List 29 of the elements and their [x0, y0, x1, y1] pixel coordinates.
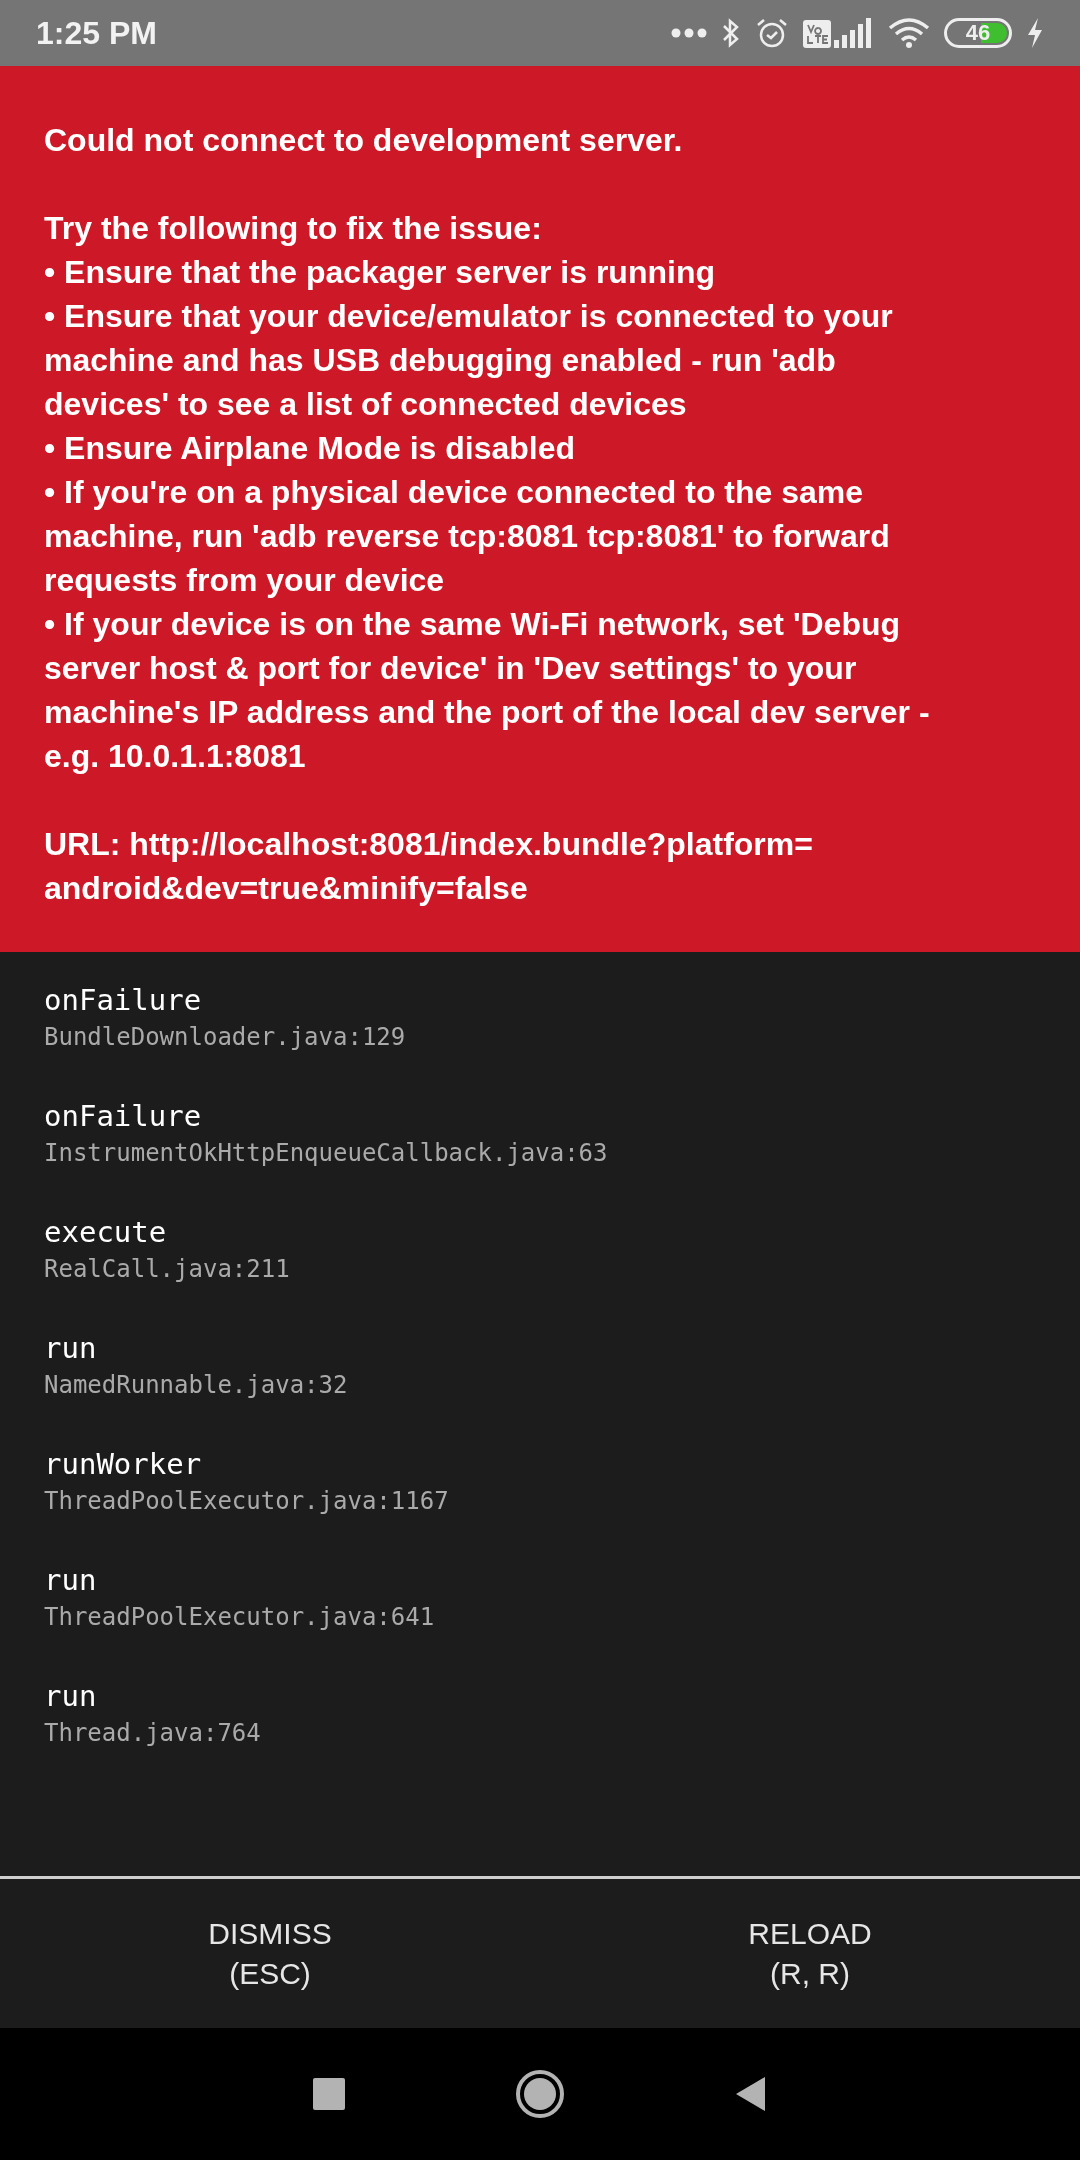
signal-icon — [834, 18, 874, 48]
alarm-icon — [755, 17, 789, 49]
footer-button[interactable]: RELOAD (R, R) — [540, 1879, 1080, 2028]
status-time: 1:25 PM — [36, 14, 157, 53]
stack-file: NamedRunnable.java:32 — [44, 1370, 349, 1401]
stack-method: run — [44, 1330, 98, 1367]
error-message: Try the following to fix the issue: • Ensure that the packager server is running • Ensure that your device/emulator is connected to your machine and has USB debugging enabled - run 'adb devices' to see a list of connected devices • Ensure Airplane Mode is disabled • If you're on a physical device connected to the same machine, run 'adb reverse tcp:8081 tcp:8081' to forward requests from your device • If your device is on the same Wi-Fi network, set 'Debug server host & port for device' in 'Dev settings' to your machine's IP address and the port of the local dev server - e.g. 10.0.1.1:8081 — [44, 209, 931, 776]
stack-file: InstrumentOkHttpEnqueueCallback.java:63 — [44, 1138, 609, 1169]
stack-file: BundleDownloader.java:129 — [44, 1022, 407, 1053]
stack-file: Thread.java:764 — [44, 1718, 262, 1749]
footer-button[interactable]: DISMISS (ESC) — [0, 1879, 540, 2028]
stack-file: ThreadPoolExecutor.java:641 — [44, 1602, 436, 1633]
stack-method: onFailure — [44, 1098, 203, 1135]
more-icon — [671, 28, 707, 38]
wifi-icon — [888, 18, 930, 48]
stack-file: RealCall.java:211 — [44, 1254, 291, 1285]
error-message: Could not connect to development server. — [44, 121, 684, 160]
stack-method: run — [44, 1678, 98, 1715]
volte-icon — [803, 20, 831, 48]
charging-icon — [1026, 18, 1044, 48]
bluetooth-icon — [721, 18, 741, 48]
error-message: URL: http://localhost:8081/index.bundle?platform= android&dev=true&minify=false — [44, 825, 814, 908]
stack-method: execute — [44, 1214, 168, 1251]
stack-file: ThreadPoolExecutor.java:1167 — [44, 1486, 450, 1517]
stack-method: runWorker — [44, 1446, 203, 1483]
stack-method: onFailure — [44, 982, 203, 1019]
home-icon[interactable] — [515, 2069, 565, 2119]
back-icon[interactable] — [735, 2076, 767, 2112]
stack-method: run — [44, 1562, 98, 1599]
